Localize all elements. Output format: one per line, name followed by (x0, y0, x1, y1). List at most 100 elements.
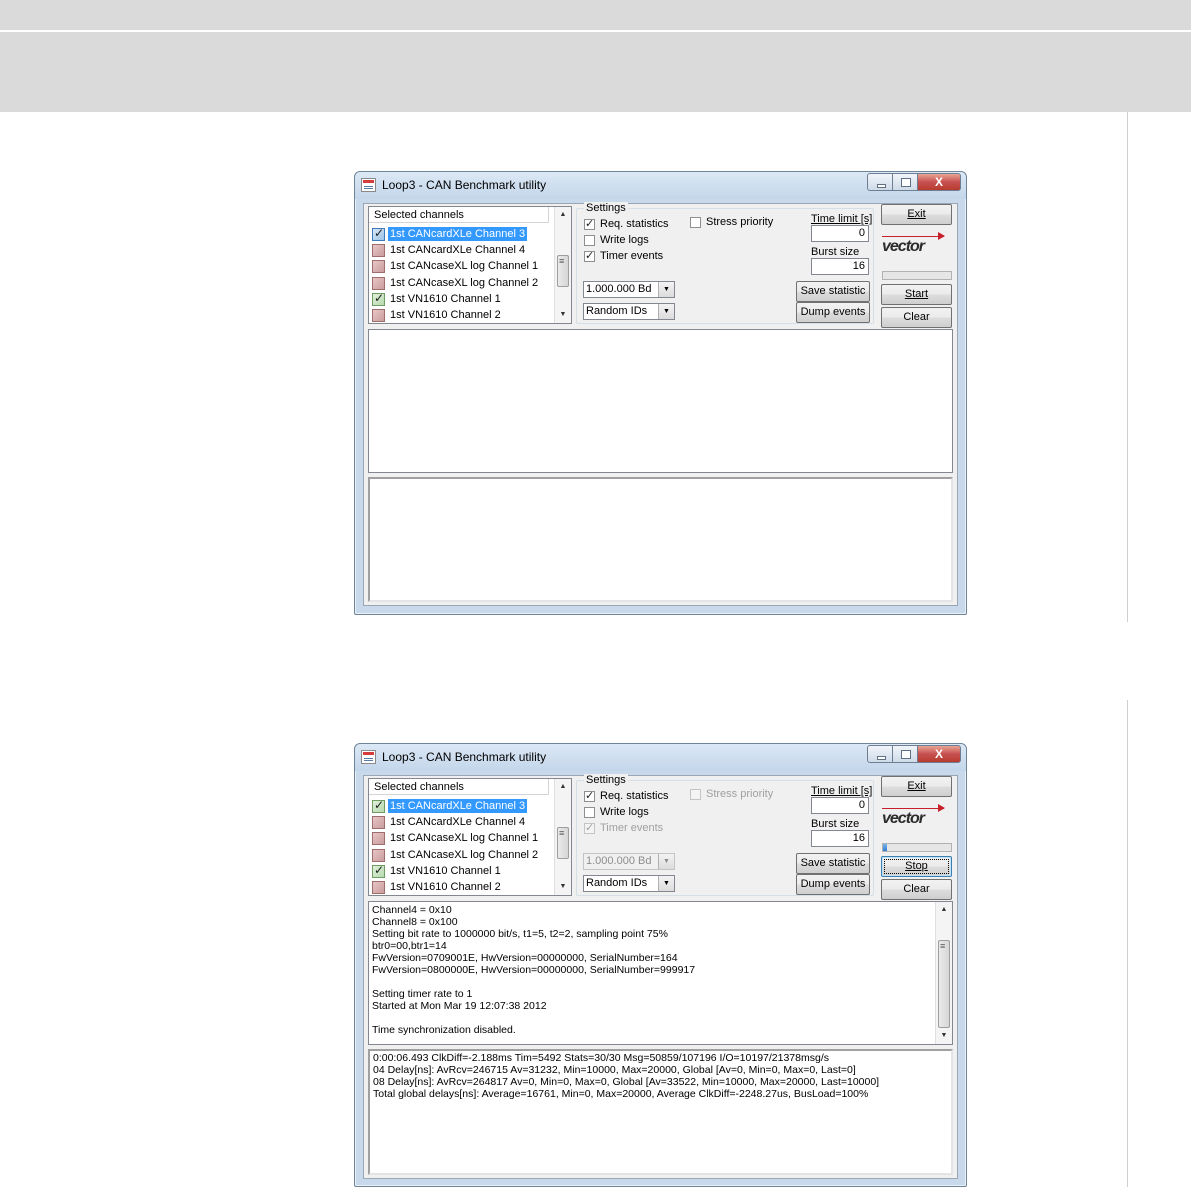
channel-item[interactable]: 1st CANcaseXL log Channel 1 (372, 258, 540, 274)
channel-checkbox[interactable] (372, 831, 385, 845)
channel-list-scrollbar[interactable]: ▲ ▼ (554, 779, 571, 895)
checkbox-box (584, 821, 595, 834)
title-bar[interactable]: Loop3 - CAN Benchmark utility X (355, 172, 966, 199)
channel-item[interactable]: 1st VN1610 Channel 1 (372, 291, 503, 307)
dump-events-button[interactable]: Dump events (796, 874, 870, 895)
channel-list-header[interactable]: Selected channels (369, 207, 549, 223)
checkbox-label: Timer events (600, 250, 664, 262)
app-icon[interactable] (361, 178, 376, 192)
id-mode-select[interactable]: Random IDs ▼ (583, 875, 675, 892)
channel-checkbox[interactable] (372, 259, 385, 273)
statistics-log-area[interactable]: 0:00:06.493 ClkDiff=-2.188ms Tim=5492 St… (368, 1049, 953, 1175)
channel-item[interactable]: 1st CANcardXLe Channel 4 (372, 242, 527, 258)
channel-item[interactable]: 1st VN1610 Channel 2 (372, 307, 503, 323)
id-mode-select[interactable]: Random IDs ▼ (583, 303, 675, 320)
start-button-label: Start (904, 288, 929, 300)
checkbox-box[interactable] (584, 789, 595, 802)
channel-item[interactable]: 1st VN1610 Channel 2 (372, 879, 503, 895)
checkbox-box[interactable] (584, 249, 595, 262)
maximize-button[interactable] (893, 745, 918, 763)
stop-button[interactable]: Stop (881, 856, 952, 877)
channel-listbox[interactable]: Selected channels 1st CANcardXLe Channel… (368, 778, 572, 896)
maximize-button[interactable] (893, 173, 918, 191)
output-log-area[interactable] (368, 329, 953, 473)
burst-size-input[interactable]: 16 (811, 830, 869, 847)
dump-events-button[interactable]: Dump events (796, 302, 870, 323)
output-log-area[interactable]: Channel4 = 0x10 Channel8 = 0x100 Setting… (368, 901, 953, 1045)
scroll-down-arrow-icon[interactable]: ▼ (936, 1028, 952, 1044)
scroll-down-arrow-icon[interactable]: ▼ (555, 879, 571, 895)
checkbox-box[interactable] (690, 216, 701, 228)
timer-events-checkbox[interactable]: Timer events (584, 249, 663, 263)
scroll-up-arrow-icon[interactable]: ▲ (555, 779, 571, 795)
time-limit-input[interactable]: 0 (811, 797, 869, 814)
stats-line: 04 Delay[ns]: AvRcv=246715 Av=31232, Min… (373, 1064, 856, 1076)
req-statistics-checkbox[interactable]: Req. statistics (584, 217, 668, 231)
title-bar[interactable]: Loop3 - CAN Benchmark utility X (355, 744, 966, 771)
clear-button[interactable]: Clear (881, 879, 952, 900)
channel-checkbox[interactable] (372, 880, 385, 894)
save-statistic-button[interactable]: Save statistic (796, 281, 870, 302)
vector-logo: vector (882, 804, 945, 828)
scroll-down-arrow-icon[interactable]: ▼ (555, 307, 571, 323)
time-limit-label: Time limit [s] (811, 785, 873, 797)
channel-checkbox[interactable] (372, 798, 385, 813)
channel-checkbox[interactable] (372, 291, 385, 306)
channel-checkbox[interactable] (372, 308, 385, 322)
channel-item[interactable]: 1st CANcardXLe Channel 3 (372, 226, 528, 242)
checkbox-box[interactable] (584, 806, 595, 818)
channel-item[interactable]: 1st CANcardXLe Channel 4 (372, 814, 527, 830)
channel-list-header[interactable]: Selected channels (369, 779, 549, 795)
channel-checkbox[interactable] (372, 848, 385, 862)
channel-item[interactable]: 1st CANcaseXL log Channel 1 (372, 830, 540, 846)
write-logs-checkbox[interactable]: Write logs (584, 805, 649, 819)
stress-priority-checkbox[interactable]: Stress priority (690, 215, 773, 229)
scroll-up-arrow-icon[interactable]: ▲ (936, 902, 952, 918)
dropdown-arrow-icon[interactable]: ▼ (658, 304, 674, 319)
channel-listbox[interactable]: Selected channels 1st CANcardXLe Channel… (368, 206, 572, 324)
close-button[interactable]: X (918, 745, 961, 763)
checkbox-box[interactable] (584, 234, 595, 246)
statistics-log-area[interactable] (368, 477, 953, 602)
stats-line: 0:00:06.493 ClkDiff=-2.188ms Tim=5492 St… (373, 1052, 829, 1064)
exit-button[interactable]: Exit (881, 776, 952, 797)
dropdown-arrow-icon[interactable]: ▼ (658, 282, 674, 297)
req-statistics-checkbox[interactable]: Req. statistics (584, 789, 668, 803)
progress-bar (882, 271, 952, 280)
start-button[interactable]: Start (881, 284, 952, 305)
app-icon[interactable] (361, 750, 376, 764)
scroll-up-arrow-icon[interactable]: ▲ (555, 207, 571, 223)
time-limit-input[interactable]: 0 (811, 225, 869, 242)
clear-button[interactable]: Clear (881, 307, 952, 328)
bitrate-select[interactable]: 1.000.000 Bd ▼ (583, 281, 675, 298)
channel-label: 1st CANcardXLe Channel 4 (390, 244, 526, 256)
burst-size-input[interactable]: 16 (811, 258, 869, 275)
exit-button[interactable]: Exit (881, 204, 952, 225)
channel-checkbox[interactable] (372, 226, 385, 241)
channel-checkbox[interactable] (372, 243, 385, 257)
write-logs-checkbox[interactable]: Write logs (584, 233, 649, 247)
dropdown-arrow-icon[interactable]: ▼ (658, 876, 674, 891)
scroll-thumb[interactable] (557, 827, 569, 859)
minimize-button[interactable] (867, 745, 893, 763)
channel-item[interactable]: 1st CANcaseXL log Channel 2 (372, 847, 540, 863)
scroll-thumb[interactable] (938, 940, 950, 1028)
window-title: Loop3 - CAN Benchmark utility (382, 178, 547, 192)
close-button[interactable]: X (918, 173, 961, 191)
save-statistic-button[interactable]: Save statistic (796, 853, 870, 874)
channel-item[interactable]: 1st VN1610 Channel 1 (372, 863, 503, 879)
checkbox-label: Write logs (600, 806, 649, 818)
output-log-scrollbar[interactable]: ▲ ▼ (935, 902, 952, 1044)
scroll-thumb[interactable] (557, 255, 569, 287)
minimize-button[interactable] (867, 173, 893, 191)
channel-item[interactable]: 1st CANcardXLe Channel 3 (372, 798, 528, 814)
channel-checkbox[interactable] (372, 863, 385, 878)
settings-legend: Settings (584, 774, 628, 786)
checkbox-box[interactable] (584, 217, 595, 230)
bitrate-select: 1.000.000 Bd ▼ (583, 853, 675, 870)
channel-item[interactable]: 1st CANcaseXL log Channel 2 (372, 275, 540, 291)
channel-checkbox[interactable] (372, 815, 385, 829)
channel-checkbox[interactable] (372, 276, 385, 290)
channel-list-scrollbar[interactable]: ▲ ▼ (554, 207, 571, 323)
